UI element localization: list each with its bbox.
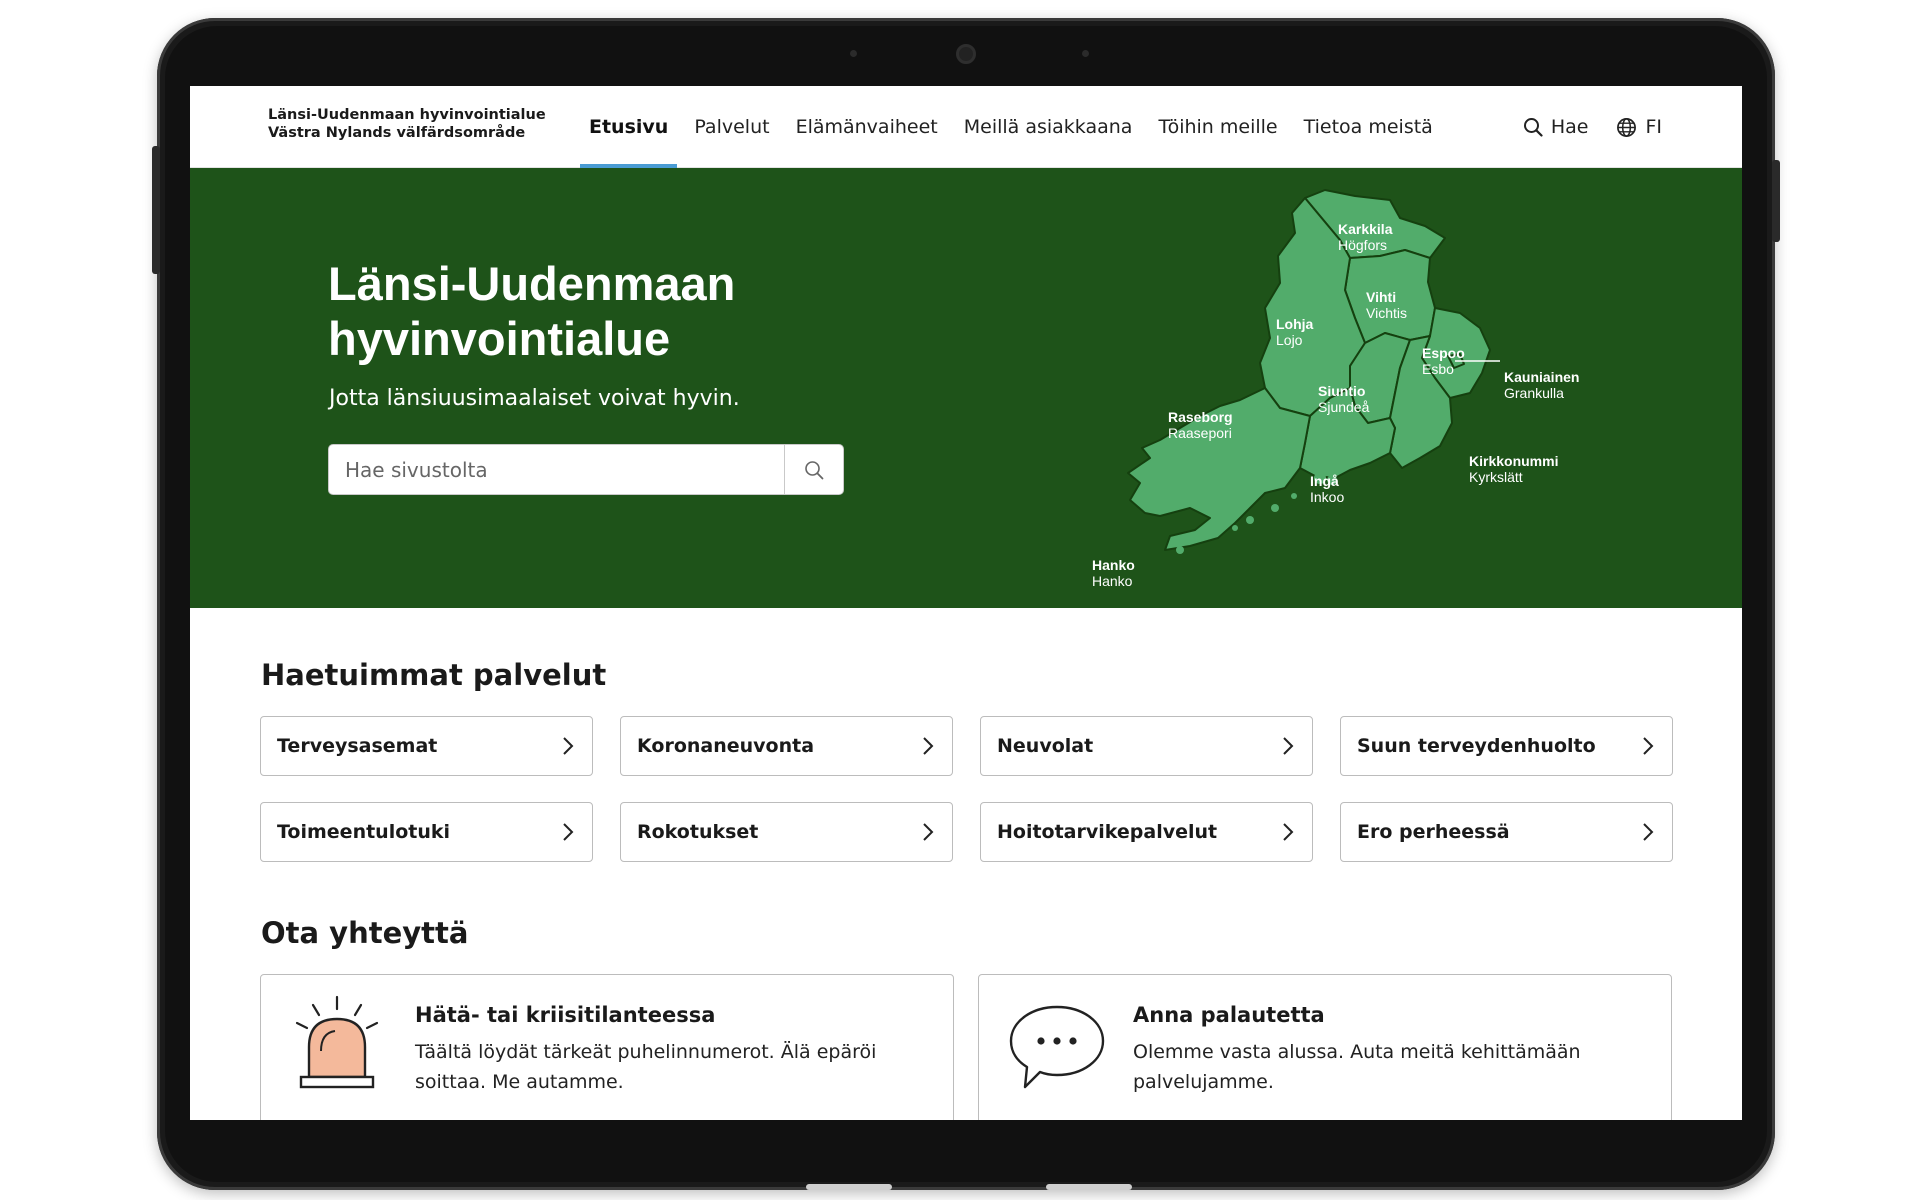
contact-card-title: Anna palautetta bbox=[1133, 1003, 1325, 1027]
map-label-lohja-fi: Lohja bbox=[1276, 316, 1314, 332]
service-card-rokotukset[interactable]: Rokotukset bbox=[620, 802, 953, 862]
site-header: Länsi-Uudenmaan hyvinvointialue Västra N… bbox=[190, 86, 1742, 168]
logo-line-fi: Länsi-Uudenmaan hyvinvointialue bbox=[268, 107, 546, 123]
service-card-label: Koronaneuvonta bbox=[637, 735, 815, 757]
map-label-kirkkonummi-fi: Kirkkonummi bbox=[1469, 453, 1558, 469]
main-nav: Etusivu Palvelut Elämänvaiheet Meillä as… bbox=[576, 86, 1446, 168]
chevron-right-icon bbox=[1283, 737, 1294, 755]
map-label-kauniainen-sv: Grankulla bbox=[1504, 385, 1564, 401]
nav-item-palvelut[interactable]: Palvelut bbox=[681, 86, 782, 168]
speech-bubble-icon bbox=[1009, 1005, 1105, 1089]
map-label-inga-fi: Ingå bbox=[1310, 473, 1339, 489]
map-label-karkkila-sv: Högfors bbox=[1338, 237, 1387, 253]
globe-icon bbox=[1617, 117, 1637, 137]
chevron-right-icon bbox=[923, 823, 934, 841]
front-camera bbox=[956, 44, 976, 64]
language-selector[interactable]: FI bbox=[1616, 116, 1662, 138]
service-card-ero-perheessa[interactable]: Ero perheessä bbox=[1340, 802, 1673, 862]
header-search-button[interactable]: Hae bbox=[1523, 116, 1589, 138]
contact-card-text: Täältä löydät tärkeät puhelinnumerot. Äl… bbox=[415, 1041, 877, 1093]
service-card-label: Ero perheessä bbox=[1357, 821, 1510, 843]
contact-section-title: Ota yhteyttä bbox=[261, 916, 469, 950]
map-label-kirkkonummi-sv: Kyrkslätt bbox=[1469, 469, 1523, 485]
map-label-raasepori-sv: Raasepori bbox=[1168, 425, 1232, 441]
logo-line-sv: Västra Nylands välfärdsområde bbox=[268, 125, 526, 141]
map-label-espoo-sv: Esbo bbox=[1422, 361, 1454, 377]
chevron-right-icon bbox=[1283, 823, 1294, 841]
search-icon bbox=[1523, 118, 1543, 137]
map-label-vihti-sv: Vichtis bbox=[1366, 305, 1407, 321]
site-search-button[interactable] bbox=[784, 445, 843, 494]
hero-title: Länsi-Uudenmaan hyvinvointialue bbox=[328, 256, 948, 366]
service-card-suun-terveydenhuolto[interactable]: Suun terveydenhuolto bbox=[1340, 716, 1673, 776]
service-card-label: Suun terveydenhuolto bbox=[1357, 735, 1596, 757]
services-section-title: Haetuimmat palvelut bbox=[261, 658, 607, 692]
map-label-raasepori: Raseborg Raasepori bbox=[1168, 409, 1233, 441]
service-card-label: Terveysasemat bbox=[277, 735, 438, 757]
region-map: Karkkila Högfors Vihti Vichtis Lohja Lojo E… bbox=[1092, 189, 1579, 589]
map-label-inga: Ingå Inkoo bbox=[1310, 473, 1344, 505]
map-label-hanko-sv: Hanko bbox=[1092, 573, 1133, 589]
chevron-right-icon bbox=[563, 737, 574, 755]
service-card-toimeentulotuki[interactable]: Toimeentulotuki bbox=[260, 802, 593, 862]
header-search-label: Hae bbox=[1550, 116, 1589, 138]
hero-banner: Länsi-Uudenmaan hyvinvointialue Jotta lä… bbox=[190, 168, 1742, 608]
map-label-kauniainen-fi: Kauniainen bbox=[1504, 369, 1579, 385]
map-label-hanko: Hanko Hanko bbox=[1092, 557, 1135, 589]
service-card-koronaneuvonta[interactable]: Koronaneuvonta bbox=[620, 716, 953, 776]
nav-item-toihin-meille[interactable]: Töihin meille bbox=[1145, 86, 1290, 168]
map-label-karkkila-fi: Karkkila bbox=[1338, 221, 1393, 237]
service-card-label: Rokotukset bbox=[637, 821, 759, 843]
service-card-label: Neuvolat bbox=[997, 735, 1094, 757]
map-label-hanko-fi: Hanko bbox=[1092, 557, 1135, 573]
header-actions: Hae FI bbox=[1523, 86, 1662, 168]
nav-item-elamanvaiheet[interactable]: Elämänvaiheet bbox=[783, 86, 951, 168]
search-icon bbox=[805, 460, 824, 479]
map-label-lohja-sv: Lojo bbox=[1276, 332, 1303, 348]
map-label-kauniainen: Kauniainen Grankulla bbox=[1504, 369, 1579, 401]
service-card-terveysasemat[interactable]: Terveysasemat bbox=[260, 716, 593, 776]
contact-card-title: Hätä- tai kriisitilanteessa bbox=[415, 1003, 716, 1027]
side-button-right bbox=[1772, 160, 1780, 242]
chevron-right-icon bbox=[563, 823, 574, 841]
map-label-karkkila: Karkkila Högfors bbox=[1338, 221, 1393, 253]
chevron-right-icon bbox=[923, 737, 934, 755]
hero-title-line-1: Länsi-Uudenmaan bbox=[328, 257, 736, 310]
side-button-left bbox=[152, 146, 160, 274]
map-label-siuntio: Siuntio Sjundeå bbox=[1318, 383, 1370, 415]
map-label-raasepori-fi: Raseborg bbox=[1168, 409, 1233, 425]
sensor-left bbox=[850, 50, 857, 57]
service-card-label: Hoitotarvikepalvelut bbox=[997, 821, 1218, 843]
map-label-siuntio-fi: Siuntio bbox=[1318, 383, 1365, 399]
hero-subtitle: Jotta länsiuusimaalaiset voivat hyvin. bbox=[329, 386, 740, 411]
site-logo[interactable]: Länsi-Uudenmaan hyvinvointialue Västra N… bbox=[268, 106, 546, 142]
service-card-label: Toimeentulotuki bbox=[277, 821, 451, 843]
chevron-right-icon bbox=[1643, 823, 1654, 841]
service-card-neuvolat[interactable]: Neuvolat bbox=[980, 716, 1313, 776]
sensor-right bbox=[1082, 50, 1089, 57]
map-label-siuntio-sv: Sjundeå bbox=[1318, 399, 1370, 415]
map-label-vihti-fi: Vihti bbox=[1366, 289, 1396, 305]
site-search-input[interactable] bbox=[329, 445, 785, 494]
contact-card-text: Olemme vasta alussa. Auta meitä kehittäm… bbox=[1133, 1041, 1581, 1093]
site-search bbox=[328, 444, 844, 495]
nav-item-tietoa-meista[interactable]: Tietoa meistä bbox=[1291, 86, 1446, 168]
language-label: FI bbox=[1645, 116, 1662, 138]
hero-title-line-2: hyvinvointialue bbox=[328, 312, 671, 365]
map-label-inga-sv: Inkoo bbox=[1310, 489, 1344, 505]
contact-card-emergency[interactable]: Hätä- tai kriisitilanteessa Täältä löydä… bbox=[260, 974, 954, 1120]
map-label-espoo-fi: Espoo bbox=[1422, 345, 1465, 361]
service-card-hoitotarvikepalvelut[interactable]: Hoitotarvikepalvelut bbox=[980, 802, 1313, 862]
nav-item-meilla-asiakkaana[interactable]: Meillä asiakkaana bbox=[951, 86, 1146, 168]
alarm-light-icon bbox=[295, 995, 379, 1089]
chevron-right-icon bbox=[1643, 737, 1654, 755]
bottom-connector-left bbox=[806, 1184, 892, 1190]
map-label-kirkkonummi: Kirkkonummi Kyrkslätt bbox=[1469, 453, 1558, 485]
nav-item-etusivu[interactable]: Etusivu bbox=[576, 86, 681, 168]
screen: Länsi-Uudenmaan hyvinvointialue Västra N… bbox=[190, 86, 1742, 1120]
contact-card-feedback[interactable]: Anna palautetta Olemme vasta alussa. Aut… bbox=[978, 974, 1672, 1120]
bottom-connector-right bbox=[1046, 1184, 1132, 1190]
